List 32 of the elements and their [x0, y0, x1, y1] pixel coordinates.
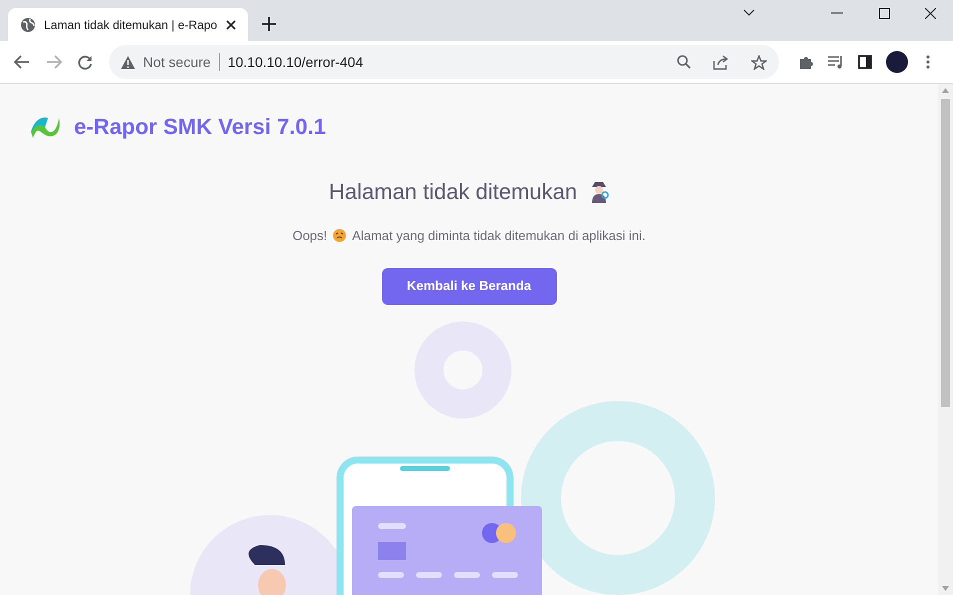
close-icon[interactable] [226, 20, 236, 30]
scrollbar-thumb[interactable] [941, 99, 950, 407]
globe-icon [20, 16, 36, 32]
brand-name: e-Rapor SMK Versi 7.0.1 [74, 113, 326, 141]
share-icon[interactable] [713, 54, 729, 70]
minimize-icon[interactable] [831, 12, 843, 14]
playlist-icon[interactable] [828, 55, 844, 69]
warning-icon [121, 56, 135, 68]
chevron-down-icon[interactable] [743, 9, 755, 17]
back-to-home-button[interactable]: Kembali ke Beranda [382, 268, 556, 304]
error-message: Alamat yang diminta tidak ditemukan di aplikasi ini. [352, 227, 646, 245]
detective-icon [589, 180, 610, 202]
browser-tab[interactable]: Laman tidak ditemukan | e-Rapo [8, 8, 248, 41]
maximize-icon[interactable] [879, 8, 890, 18]
back-arrow-icon[interactable] [14, 55, 30, 69]
side-panel-icon[interactable] [858, 55, 872, 69]
search-icon[interactable] [677, 55, 691, 69]
oops-text: Oops! [292, 227, 328, 245]
page-heading: Halaman tidak ditemukan [328, 178, 578, 206]
more-menu-icon[interactable] [926, 55, 930, 69]
url-text: 10.10.10.10/error-404 [228, 52, 364, 72]
tab-title: Laman tidak ditemukan | e-Rapo [44, 16, 218, 34]
profile-avatar[interactable] [886, 51, 908, 73]
puzzle-icon[interactable] [799, 54, 814, 70]
address-bar[interactable]: Not secure 10.10.10.10/error-404 [109, 45, 779, 79]
star-icon[interactable] [751, 54, 767, 70]
scrollbar[interactable] [938, 84, 953, 595]
close-window-icon[interactable] [925, 8, 936, 18]
reload-icon[interactable] [78, 54, 93, 70]
new-tab-icon[interactable] [262, 17, 276, 31]
upset-face-icon [333, 229, 346, 242]
security-label: Not secure [143, 52, 211, 72]
